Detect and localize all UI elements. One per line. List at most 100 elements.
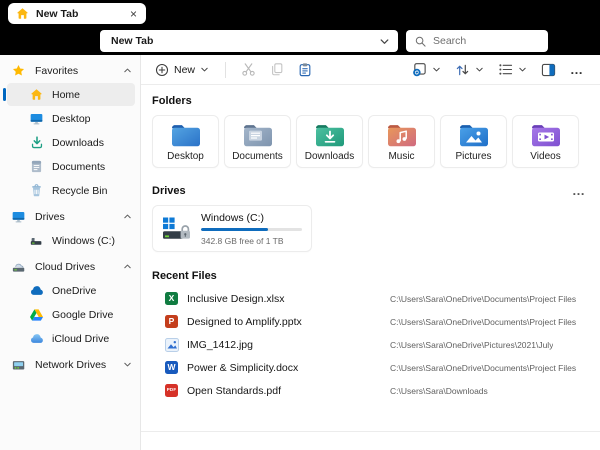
search-icon [415,36,426,47]
view-options-button[interactable] [492,60,533,79]
documents-icon [29,160,44,173]
paste-button[interactable] [292,59,318,80]
sidebar-item-recycle-bin[interactable]: Recycle Bin [0,179,140,202]
sidebar-item-label: Google Drive [52,308,114,321]
chevron-down-icon [432,65,441,74]
tab-new-tab[interactable]: New Tab × [8,3,146,24]
file-path: C:\Users\Sara\OneDrive\Pictures\2021\Jul… [390,339,554,350]
file-path: C:\Users\Sara\OneDrive\Documents\Project… [390,316,577,327]
network-drive-icon [11,359,26,371]
recent-file-row[interactable]: X Inclusive Design.xlsx C:\Users\Sara\On… [152,287,586,310]
home-icon [16,7,29,20]
section-label: Drives [35,210,65,223]
address-input[interactable] [111,35,379,47]
desktop-icon [29,113,44,125]
chevron-down-icon [475,65,484,74]
file-path: C:\Users\Sara\OneDrive\Documents\Project… [390,362,577,373]
sidebar-item-label: Desktop [52,112,91,125]
recycle-bin-icon [29,184,44,197]
music-folder-icon [386,122,418,149]
details-pane-button[interactable] [535,60,562,80]
home-content: Folders Desktop Documents Downloads Musi… [141,85,600,431]
copy-button[interactable] [264,59,290,80]
chevron-up-icon[interactable] [123,66,132,75]
see-more-button[interactable]: … [564,61,590,77]
powerpoint-icon: P [164,314,179,329]
address-row [0,27,600,55]
recent-file-row[interactable]: PDF Open Standards.pdf C:\Users\Sara\Dow… [152,379,586,402]
folder-tile-videos[interactable]: Videos [512,115,579,168]
recent-file-row[interactable]: IMG_1412.jpg C:\Users\Sara\OneDrive\Pict… [152,333,586,356]
file-name: Inclusive Design.xlsx [187,292,285,305]
desktop-folder-icon [170,122,202,149]
new-button[interactable]: New [148,60,216,80]
new-plus-icon [155,63,169,77]
documents-folder-icon [242,122,274,149]
drive-card-windows-c[interactable]: Windows (C:) 342.8 GB free of 1 TB [152,205,312,252]
new-button-label: New [174,63,196,76]
folder-tile-label: Music [388,150,415,162]
sidebar-section-network-drives[interactable]: Network Drives [0,353,140,376]
sort-button[interactable] [449,60,490,80]
image-icon [164,337,179,352]
recent-file-row[interactable]: P Designed to Amplify.pptx C:\Users\Sara… [152,310,586,333]
sidebar-item-onedrive[interactable]: OneDrive [0,279,140,302]
file-path: C:\Users\Sara\OneDrive\Documents\Project… [390,293,577,304]
view-options-icon [498,63,513,76]
search-input[interactable] [433,35,568,47]
chevron-up-icon[interactable] [123,262,132,271]
section-label: Favorites [35,64,79,77]
folder-tile-documents[interactable]: Documents [224,115,291,168]
chevron-up-icon[interactable] [123,212,132,221]
home-icon [29,88,44,101]
drives-more-icon[interactable]: … [572,184,586,197]
folder-tile-label: Videos [530,150,561,162]
downloads-folder-icon [314,122,346,149]
recent-file-row[interactable]: W Power & Simplicity.docx C:\Users\Sara\… [152,356,586,379]
sidebar-item-icloud-drive[interactable]: iCloud Drive [0,327,140,350]
sidebar-item-label: iCloud Drive [52,332,110,345]
command-bar: New … [141,55,600,85]
windows-bitlocker-drive-icon [162,216,192,242]
sidebar-section-drives[interactable]: Drives [0,205,140,228]
status-bar [141,431,600,450]
star-icon [11,64,26,77]
address-bar[interactable] [100,30,398,52]
downloads-icon [29,136,44,149]
paste-icon [298,62,312,77]
close-tab-icon[interactable]: × [129,8,138,20]
sidebar-item-windows-c[interactable]: Windows (C:) [0,229,140,252]
search-box[interactable] [406,30,568,52]
sidebar-item-google-drive[interactable]: Google Drive [0,303,140,326]
sidebar-section-favorites[interactable]: Favorites [0,59,140,82]
cut-icon [241,62,256,77]
chevron-down-icon[interactable] [123,360,132,369]
chevron-down-icon[interactable] [379,36,390,47]
more-icon: … [570,61,584,77]
sidebar-item-desktop[interactable]: Desktop [0,107,140,130]
sidebar-item-label: Windows (C:) [52,234,116,247]
sync-status-button[interactable] [406,59,447,80]
recent-files-section-title: Recent Files [152,270,217,282]
folder-tile-music[interactable]: Music [368,115,435,168]
sidebar-item-home[interactable]: Home [3,83,135,106]
word-icon: W [164,360,179,375]
sidebar-item-label: Downloads [52,136,104,149]
cut-button[interactable] [235,59,262,80]
icloud-icon [29,333,44,344]
monitor-icon [11,211,26,223]
drives-section-title: Drives [152,185,186,197]
pdf-icon: PDF [164,383,179,398]
folder-tile-pictures[interactable]: Pictures [440,115,507,168]
excel-icon: X [164,291,179,306]
folder-tile-downloads[interactable]: Downloads [296,115,363,168]
file-name: IMG_1412.jpg [187,338,253,351]
sidebar-item-downloads[interactable]: Downloads [0,131,140,154]
folders-section-title: Folders [152,95,192,107]
sidebar-section-cloud-drives[interactable]: Cloud Drives [0,255,140,278]
sidebar-item-documents[interactable]: Documents [0,155,140,178]
section-label: Cloud Drives [35,260,96,273]
folder-tile-desktop[interactable]: Desktop [152,115,219,168]
file-name: Open Standards.pdf [187,384,281,397]
cloud-drive-icon [11,261,26,273]
